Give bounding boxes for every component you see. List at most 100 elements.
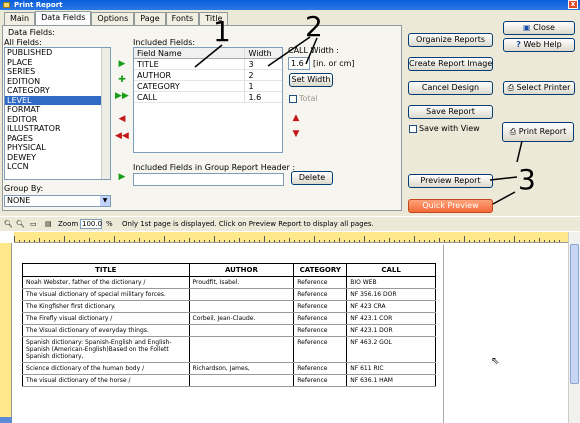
move-up-icon[interactable]: ▲ xyxy=(290,112,302,124)
list-item[interactable]: PUBLISHED xyxy=(5,48,110,58)
save-report-button[interactable]: Save Report xyxy=(408,105,493,119)
total-checkbox[interactable] xyxy=(289,95,297,103)
app-icon xyxy=(3,2,10,8)
tab-data-fields[interactable]: Data Fields xyxy=(35,11,92,25)
group-header-input[interactable] xyxy=(133,173,284,186)
select-printer-button-label: Select Printer xyxy=(516,83,571,92)
add-icon[interactable]: ▶ xyxy=(116,58,128,70)
column-header[interactable]: Width xyxy=(245,48,282,58)
ruler-tick xyxy=(269,240,270,242)
ruler-tick xyxy=(79,240,80,242)
move-down-icon[interactable]: ▼ xyxy=(290,128,302,140)
list-item[interactable]: SERIES xyxy=(5,67,110,77)
table-row[interactable]: CALL 1.6 xyxy=(134,92,282,103)
print-report-button[interactable]: ⎙ Print Report xyxy=(502,122,574,142)
annotation-line-3a xyxy=(489,176,518,181)
table-row[interactable]: TITLE 3 xyxy=(134,59,282,70)
ruler-tick xyxy=(259,240,260,242)
list-item[interactable]: FORMAT xyxy=(5,105,110,115)
zoom-out-icon[interactable]: 🔍︎ xyxy=(16,217,25,231)
preview-scrollbar[interactable] xyxy=(568,232,580,423)
save-with-view-checkbox[interactable] xyxy=(409,125,417,133)
ruler-tick xyxy=(504,240,505,242)
preview-report-button[interactable]: Preview Report xyxy=(408,174,493,188)
annotation-line-3c xyxy=(516,140,523,163)
ruler-tick xyxy=(459,240,460,242)
author-cell xyxy=(188,324,295,337)
call-cell: NF 423.1 COR xyxy=(346,312,436,325)
set-width-button[interactable]: Set Width xyxy=(289,73,333,87)
list-item[interactable]: DEWEY xyxy=(5,153,110,163)
add-icon[interactable]: ▶ xyxy=(116,171,128,183)
table-row: Spanish dictionary: Spanish-English and … xyxy=(22,336,436,363)
list-item[interactable]: ILLUSTRATOR xyxy=(5,124,110,134)
add-all-icon[interactable]: ▶▶ xyxy=(115,90,129,102)
ruler-tick xyxy=(514,236,515,242)
list-item[interactable]: LCCN xyxy=(5,162,110,172)
table-row[interactable]: AUTHOR 2 xyxy=(134,70,282,81)
cancel-design-button[interactable]: Cancel Design xyxy=(408,81,493,95)
title-cell: The Kingfisher first dictionary. xyxy=(22,300,190,313)
chevron-down-icon[interactable]: ▼ xyxy=(100,196,110,206)
ruler-tick xyxy=(484,240,485,242)
web-help-button[interactable]: ? Web Help xyxy=(503,38,575,52)
list-item[interactable]: EDITOR xyxy=(5,115,110,125)
list-item[interactable]: PLACE xyxy=(5,58,110,68)
tab-options[interactable]: Options xyxy=(91,12,135,25)
printer-icon: ⎙ xyxy=(509,127,517,136)
ruler-tick xyxy=(369,240,370,242)
zoom-input[interactable]: 100.0 xyxy=(80,219,102,229)
add-all-icon[interactable]: ✚ xyxy=(116,74,128,86)
organize-reports-button[interactable]: Organize Reports xyxy=(408,33,493,47)
ruler-tick xyxy=(264,236,265,242)
ruler-tick xyxy=(164,236,165,242)
select-printer-button[interactable]: ⎙ Select Printer xyxy=(503,81,575,95)
list-item[interactable]: CATEGORY xyxy=(5,86,110,96)
list-item[interactable]: EDITION xyxy=(5,77,110,87)
report-header-title: TITLE xyxy=(22,263,190,277)
tab-main[interactable]: Main xyxy=(4,12,36,25)
ruler-tick xyxy=(169,240,170,242)
field-width-cell: 3 xyxy=(248,60,254,69)
category-cell: Reference xyxy=(293,336,348,363)
author-cell xyxy=(188,336,295,363)
scrollbar-thumb[interactable] xyxy=(570,244,579,384)
window-close-button[interactable]: x xyxy=(568,0,578,9)
ruler-tick xyxy=(229,240,230,242)
call-cell: NF 611 RIC xyxy=(346,362,436,375)
quick-preview-button[interactable]: Quick Preview xyxy=(408,199,493,213)
tab-fonts[interactable]: Fonts xyxy=(165,12,200,25)
delete-button[interactable]: Delete xyxy=(291,171,333,185)
ruler-tick xyxy=(209,240,210,242)
report-header-category: CATEGORY xyxy=(293,263,348,277)
category-cell: Reference xyxy=(293,374,348,387)
zoom-in-icon[interactable]: 🔍︎ xyxy=(4,217,13,231)
column-header[interactable]: Field Name xyxy=(134,48,246,58)
remove-all-icon[interactable]: ◀◀ xyxy=(115,130,129,142)
tab-page[interactable]: Page xyxy=(134,12,166,25)
included-fields-grid[interactable]: Field Name Width TITLE 3 AUTHOR 2 CATEGO… xyxy=(133,47,283,153)
ruler-tick xyxy=(539,238,540,242)
table-row: The Firefly visual dictionary / Corbeil,… xyxy=(22,312,436,325)
fit-width-icon[interactable]: ▤ xyxy=(45,217,52,231)
close-button[interactable]: ▣ Close xyxy=(503,21,575,35)
field-name-cell: TITLE xyxy=(134,59,246,69)
group-header-label: Included Fields in Group Report Header : xyxy=(133,163,296,172)
ruler-tick xyxy=(44,240,45,242)
create-report-image-button[interactable]: Create Report Image xyxy=(408,57,493,71)
ruler-tick xyxy=(549,240,550,242)
ruler-tick xyxy=(404,240,405,242)
remove-icon[interactable]: ◀ xyxy=(116,113,128,125)
all-fields-scrollbar[interactable] xyxy=(101,48,110,179)
all-fields-list[interactable]: PUBLISHED PLACE SERIES EDITION CATEGORY … xyxy=(4,47,111,180)
table-row[interactable]: CATEGORY 1 xyxy=(134,81,282,92)
call-width-input[interactable]: 1.6 xyxy=(288,57,310,70)
fit-page-icon[interactable]: ▭ xyxy=(30,217,37,231)
ruler-tick xyxy=(24,240,25,242)
list-item[interactable]: PAGES xyxy=(5,134,110,144)
group-by-select[interactable]: NONE ▼ xyxy=(4,195,111,207)
list-item-selected[interactable]: LEVEL xyxy=(5,95,110,105)
total-label: Total xyxy=(299,94,318,103)
zoom-label: Zoom xyxy=(58,220,79,228)
list-item[interactable]: PHYSICAL xyxy=(5,143,110,153)
